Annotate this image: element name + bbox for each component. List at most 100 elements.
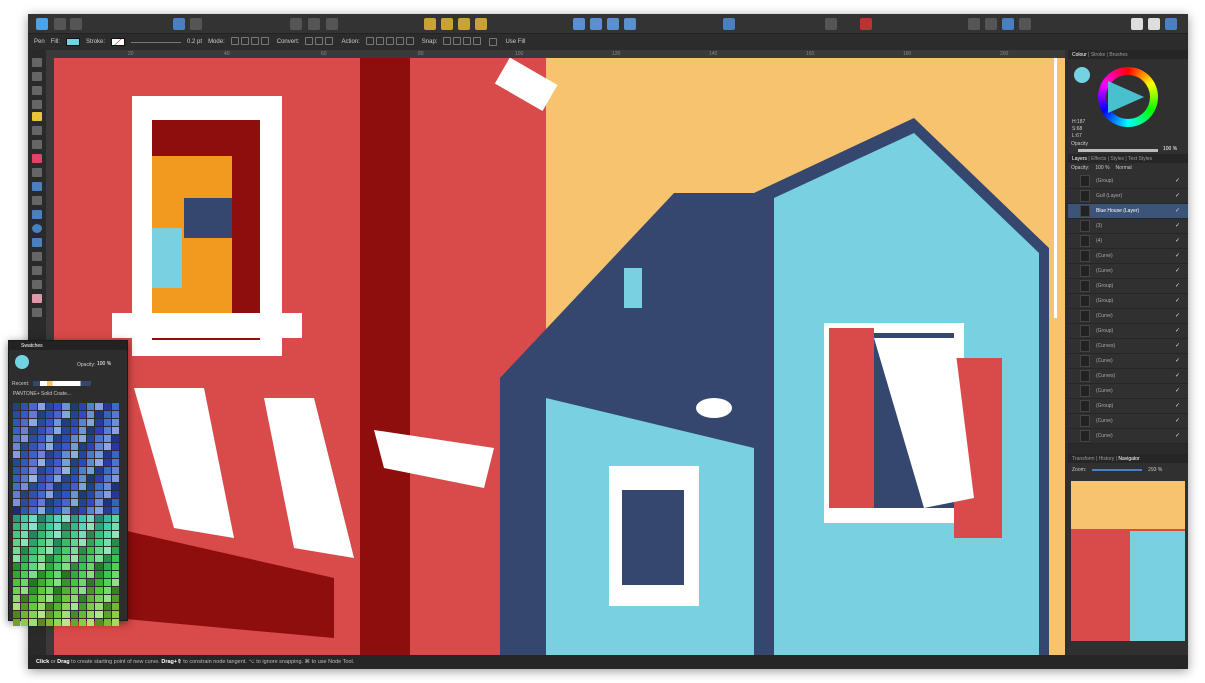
fill-color-circle[interactable] bbox=[1074, 67, 1090, 83]
swatch[interactable] bbox=[29, 419, 37, 426]
swatch[interactable] bbox=[95, 547, 103, 554]
swatch[interactable] bbox=[45, 563, 54, 570]
swatch[interactable] bbox=[87, 595, 95, 602]
swatch[interactable] bbox=[54, 499, 62, 506]
swatch[interactable] bbox=[29, 483, 37, 490]
swatch[interactable] bbox=[62, 443, 70, 450]
transparency-tool-icon[interactable] bbox=[32, 168, 42, 177]
swatch[interactable] bbox=[21, 531, 29, 538]
snap-icon[interactable] bbox=[443, 37, 452, 45]
swatch[interactable] bbox=[111, 611, 119, 618]
swatch[interactable] bbox=[37, 563, 45, 570]
swatch[interactable] bbox=[111, 451, 119, 458]
swatch[interactable] bbox=[29, 499, 37, 506]
swatch[interactable] bbox=[78, 491, 87, 498]
swatch[interactable] bbox=[87, 603, 95, 610]
swatch[interactable] bbox=[45, 403, 54, 410]
pixel-persona-icon[interactable] bbox=[54, 18, 66, 30]
swatch[interactable] bbox=[103, 467, 111, 474]
swatch[interactable] bbox=[37, 619, 45, 626]
swatch[interactable] bbox=[21, 611, 29, 618]
swatch[interactable] bbox=[21, 499, 29, 506]
swatch[interactable] bbox=[62, 603, 70, 610]
swatch[interactable] bbox=[103, 499, 111, 506]
swatch[interactable] bbox=[62, 435, 70, 442]
visibility-checkbox[interactable]: ✓ bbox=[1175, 432, 1182, 439]
swatch[interactable] bbox=[13, 435, 21, 442]
swatches-title[interactable]: Swatches bbox=[9, 341, 127, 350]
swatch[interactable] bbox=[70, 571, 78, 578]
snap-icon[interactable] bbox=[453, 37, 462, 45]
swatch[interactable] bbox=[54, 419, 62, 426]
close-curve-icon[interactable] bbox=[375, 37, 384, 45]
color-triangle[interactable] bbox=[1108, 81, 1144, 113]
snap-icon[interactable] bbox=[463, 37, 472, 45]
swatch[interactable] bbox=[29, 475, 37, 482]
swatch[interactable] bbox=[21, 451, 29, 458]
swatch[interactable] bbox=[54, 611, 62, 618]
swatch[interactable] bbox=[78, 459, 87, 466]
swatch[interactable] bbox=[54, 451, 62, 458]
swatch[interactable] bbox=[103, 603, 111, 610]
swatch[interactable] bbox=[111, 443, 119, 450]
swatch[interactable] bbox=[95, 603, 103, 610]
swatch[interactable] bbox=[13, 483, 21, 490]
arrange-icon[interactable] bbox=[441, 18, 453, 30]
text-tool-icon[interactable] bbox=[32, 266, 42, 275]
swatch[interactable] bbox=[95, 411, 103, 418]
swatch[interactable] bbox=[87, 443, 95, 450]
swatch[interactable] bbox=[29, 451, 37, 458]
zoom-tool-icon[interactable] bbox=[32, 308, 42, 317]
swatch[interactable] bbox=[21, 419, 29, 426]
use-fill-checkbox[interactable] bbox=[489, 38, 498, 46]
swatch[interactable] bbox=[45, 411, 54, 418]
swatch[interactable] bbox=[78, 475, 87, 482]
swatch[interactable] bbox=[21, 603, 29, 610]
swatch[interactable] bbox=[13, 419, 21, 426]
tab-navigator[interactable]: Navigator bbox=[1118, 456, 1139, 462]
swatch[interactable] bbox=[45, 611, 54, 618]
swatch[interactable] bbox=[29, 571, 37, 578]
tab-text-styles[interactable]: Text Styles bbox=[1128, 156, 1152, 162]
swatch[interactable] bbox=[87, 403, 95, 410]
swatch[interactable] bbox=[29, 579, 37, 586]
swatch[interactable] bbox=[62, 619, 70, 626]
stroke-width-slider[interactable] bbox=[131, 41, 182, 43]
swatch[interactable] bbox=[37, 451, 45, 458]
swatch[interactable] bbox=[87, 515, 95, 522]
swatch[interactable] bbox=[103, 491, 111, 498]
visibility-checkbox[interactable]: ✓ bbox=[1175, 342, 1182, 349]
swatch[interactable] bbox=[70, 475, 78, 482]
tab-effects[interactable]: Effects bbox=[1091, 156, 1106, 162]
swatch[interactable] bbox=[103, 515, 111, 522]
swatch[interactable] bbox=[21, 547, 29, 554]
swatch[interactable] bbox=[62, 563, 70, 570]
swatch[interactable] bbox=[87, 435, 95, 442]
guides-icon[interactable] bbox=[326, 18, 338, 30]
swatch[interactable] bbox=[45, 419, 54, 426]
swatch[interactable] bbox=[37, 435, 45, 442]
swatch[interactable] bbox=[21, 595, 29, 602]
swatch[interactable] bbox=[62, 403, 70, 410]
swatch[interactable] bbox=[111, 579, 119, 586]
swatch[interactable] bbox=[45, 555, 54, 562]
swatch[interactable] bbox=[87, 483, 95, 490]
swatch[interactable] bbox=[103, 531, 111, 538]
swatch[interactable] bbox=[95, 587, 103, 594]
swatch[interactable] bbox=[87, 427, 95, 434]
swatch[interactable] bbox=[95, 403, 103, 410]
stroke-swatch[interactable] bbox=[111, 38, 126, 46]
swatch[interactable] bbox=[45, 451, 54, 458]
swatch[interactable] bbox=[87, 539, 95, 546]
swatch[interactable] bbox=[87, 619, 95, 626]
swatch[interactable] bbox=[78, 611, 87, 618]
swatch[interactable] bbox=[111, 603, 119, 610]
swatch[interactable] bbox=[13, 579, 21, 586]
color-wheel[interactable] bbox=[1098, 67, 1158, 127]
swatch[interactable] bbox=[62, 515, 70, 522]
swatch[interactable] bbox=[95, 619, 103, 626]
swatch[interactable] bbox=[78, 531, 87, 538]
pen-mode-icon[interactable] bbox=[230, 37, 239, 45]
swatch[interactable] bbox=[78, 587, 87, 594]
join-icon[interactable] bbox=[395, 37, 404, 45]
